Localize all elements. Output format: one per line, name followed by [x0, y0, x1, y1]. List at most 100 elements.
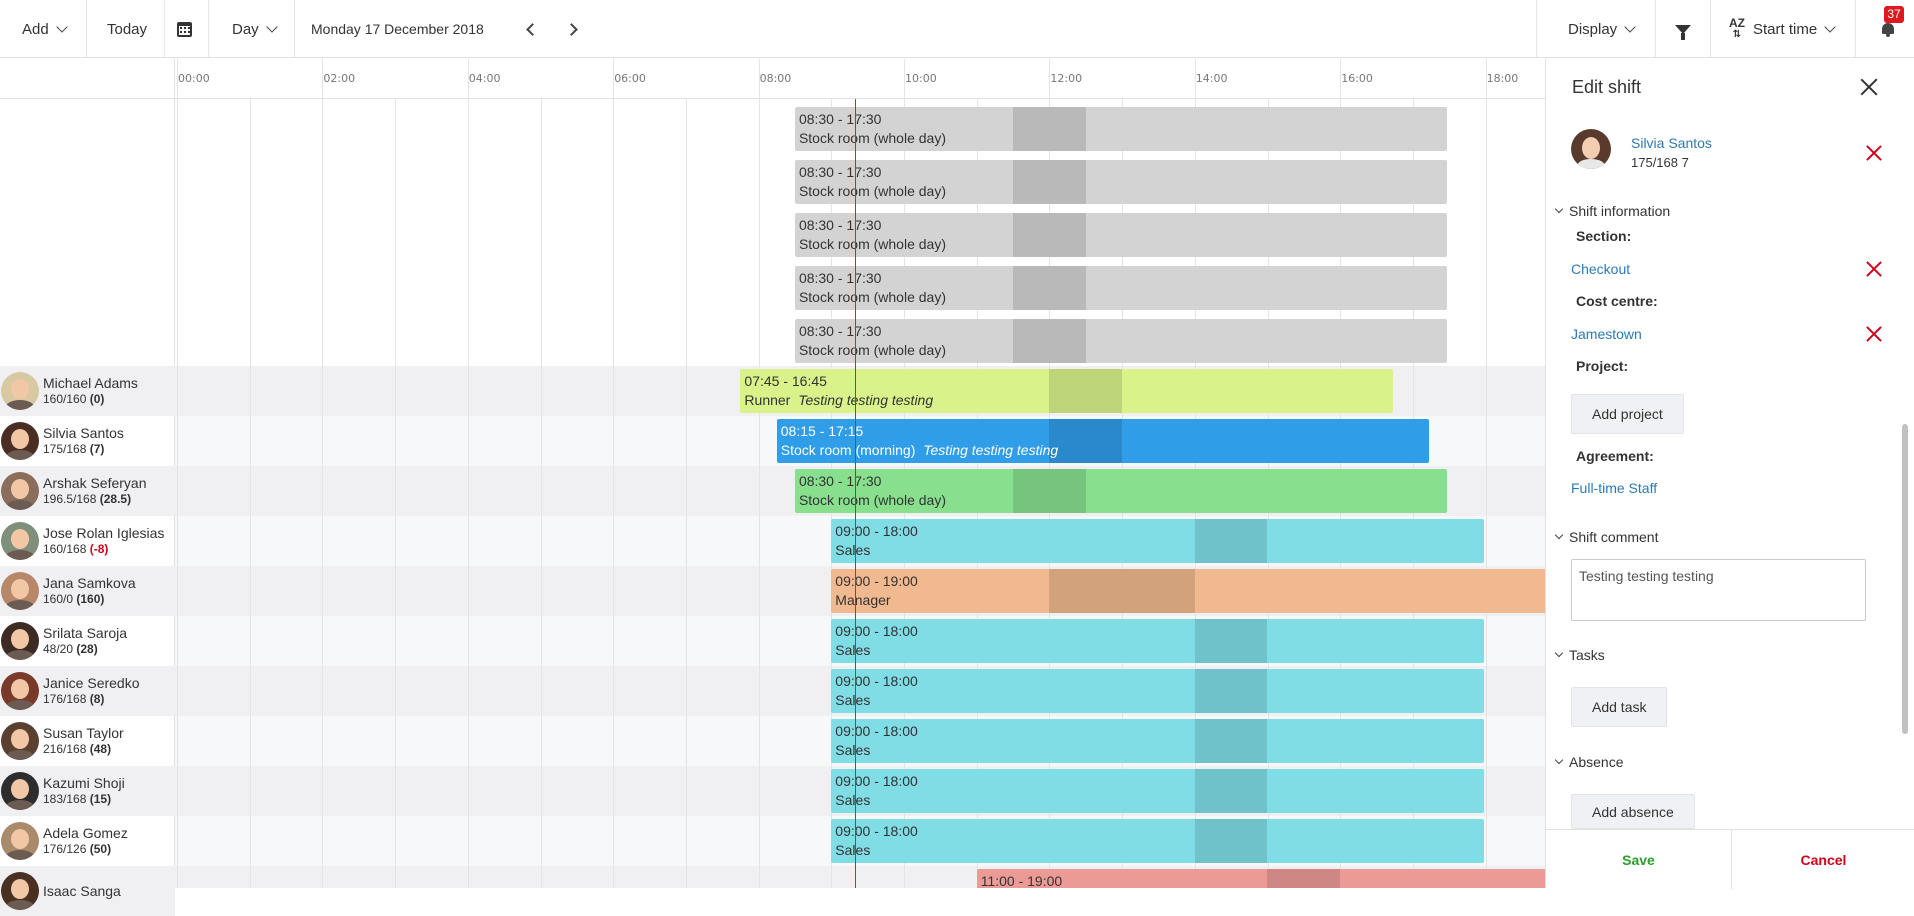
- shift-block[interactable]: 09:00 - 18:00 Sales: [831, 719, 1484, 763]
- tasks-toggle[interactable]: Tasks: [1554, 647, 1605, 663]
- cancel-button[interactable]: Cancel: [1732, 830, 1914, 889]
- toolbar-divider: [1855, 0, 1856, 58]
- employee-row[interactable]: Srilata Saroja 48/20 (28): [0, 616, 175, 666]
- employee-row[interactable]: Jose Rolan Iglesias 160/168 (-8): [0, 516, 175, 566]
- shift-time: 09:00 - 18:00: [835, 723, 918, 739]
- shift-block[interactable]: 08:30 - 17:30 Stock room (whole day): [794, 469, 1448, 513]
- shift-block[interactable]: 08:30 - 17:30 Stock room (whole day): [794, 266, 1448, 310]
- shift-block[interactable]: 08:30 - 17:30 Stock room (whole day): [794, 319, 1448, 363]
- edit-shift-panel: Edit shift Silvia Santos 175/168 7 Shift…: [1545, 59, 1914, 889]
- employee-row[interactable]: Adela Gomez 176/126 (50): [0, 816, 175, 866]
- shift-section: Stock room (whole day): [798, 130, 946, 146]
- chevron-down-icon: [1554, 755, 1564, 765]
- section-link[interactable]: Checkout: [1571, 261, 1630, 277]
- shift-details: Stock room (whole day): [799, 129, 1443, 148]
- panel-scrollbar[interactable]: [1901, 124, 1909, 764]
- hours-worked: 160/160: [43, 392, 90, 406]
- employee-row[interactable]: Michael Adams 160/160 (0): [0, 366, 175, 416]
- hours-worked: 160/168: [43, 542, 90, 556]
- employee-info: Adela Gomez 176/126 (50): [43, 825, 128, 857]
- shift-block[interactable]: 08:30 - 17:30 Stock room (whole day): [794, 213, 1448, 257]
- toolbar-divider: [1710, 0, 1711, 58]
- employee-hours: 175/168 7: [1631, 155, 1689, 170]
- employee-link[interactable]: Silvia Santos: [1631, 135, 1712, 151]
- absence-toggle[interactable]: Absence: [1554, 754, 1623, 770]
- shift-block[interactable]: 11:00 - 19:00: [976, 869, 1545, 888]
- employee-info: Janice Seredko 176/168 (8): [43, 675, 140, 707]
- shift-block[interactable]: 09:00 - 19:00 Manager: [831, 569, 1545, 613]
- toolbar: Add Today Day Monday 17 December 2018 Di…: [0, 0, 1914, 58]
- avatar: [1, 572, 39, 610]
- shift-block[interactable]: 09:00 - 18:00 Sales: [831, 619, 1484, 663]
- hours-worked: 216/168: [43, 742, 90, 756]
- shift-block[interactable]: 07:45 - 16:45 Runner Testing testing test…: [740, 369, 1393, 413]
- shift-section: Runner: [744, 392, 791, 408]
- shift-block[interactable]: 09:00 - 18:00 Sales: [831, 519, 1484, 563]
- remove-section-icon[interactable]: [1866, 261, 1882, 277]
- employee-row[interactable]: Arshak Seferyan 196.5/168 (28.5): [0, 466, 175, 516]
- close-icon[interactable]: [1859, 77, 1879, 97]
- shift-section: Manager: [835, 592, 891, 608]
- hour-grid-line: [322, 59, 324, 888]
- hour-grid-line: [758, 59, 760, 888]
- employee-name: Srilata Saroja: [43, 625, 128, 641]
- shift-time: 08:30 - 17:30: [798, 164, 882, 180]
- employee-row[interactable]: Susan Taylor 216/168 (48): [0, 716, 175, 766]
- employee-row[interactable]: Kazumi Shoji 183/168 (15): [0, 766, 175, 816]
- previous-day-button[interactable]: [524, 0, 540, 58]
- shift-block[interactable]: 09:00 - 18:00 Sales: [831, 819, 1484, 863]
- remove-employee-icon[interactable]: [1866, 145, 1882, 161]
- employee-name: Kazumi Shoji: [43, 775, 125, 791]
- hours-worked: 176/126: [43, 842, 90, 856]
- hours-balance: (8): [89, 692, 105, 706]
- chevron-down-icon: [1824, 20, 1836, 33]
- shift-block[interactable]: 08:15 - 17:15 Stock room (morning) Testin…: [776, 419, 1430, 463]
- employee-hours: 175/168 (7): [43, 441, 124, 457]
- employee-row[interactable]: Jana Samkova 160/0 (160): [0, 566, 175, 616]
- toolbar-divider: [1655, 0, 1656, 58]
- scrollbar-thumb[interactable]: [1902, 424, 1908, 734]
- shift-details: Stock room (whole day): [799, 182, 1443, 201]
- shift-section: Sales: [835, 642, 871, 658]
- sort-button[interactable]: AZ ⇅ Start time: [1729, 0, 1836, 58]
- bell-icon: [1880, 21, 1896, 37]
- add-task-button[interactable]: Add task: [1571, 687, 1668, 727]
- shift-comment-input[interactable]: Testing testing testing: [1571, 559, 1866, 621]
- employee-row[interactable]: Isaac Sanga: [0, 866, 175, 916]
- add-project-button[interactable]: Add project: [1571, 394, 1684, 434]
- hours-worked: 175/168: [43, 442, 90, 456]
- next-day-button[interactable]: [563, 0, 579, 58]
- hour-grid-line: [249, 99, 251, 888]
- shift-section: Sales: [835, 542, 871, 558]
- shift-block[interactable]: 09:00 - 18:00 Sales: [831, 769, 1484, 813]
- display-button[interactable]: Display: [1568, 0, 1636, 58]
- filter-button[interactable]: [1673, 0, 1693, 58]
- agreement-link[interactable]: Full-time Staff: [1571, 480, 1657, 496]
- add-absence-button[interactable]: Add absence: [1571, 794, 1695, 829]
- shift-comment-toggle[interactable]: Shift comment: [1554, 529, 1658, 545]
- employee-name: Jana Samkova: [43, 575, 136, 591]
- hour-tick-line: [467, 59, 469, 99]
- shift-time: 08:15 - 17:15: [780, 423, 864, 439]
- chevron-down-icon: [266, 20, 278, 33]
- add-button[interactable]: Add: [22, 0, 68, 58]
- save-button[interactable]: Save: [1546, 830, 1731, 889]
- shift-information-toggle[interactable]: Shift information: [1554, 203, 1670, 219]
- shift-block[interactable]: 08:30 - 17:30 Stock room (whole day): [794, 107, 1448, 151]
- remove-cost-centre-icon[interactable]: [1866, 326, 1882, 342]
- shift-block[interactable]: 09:00 - 18:00 Sales: [831, 669, 1484, 713]
- hours-balance: (50): [89, 842, 112, 856]
- sort-label: Start time: [1753, 20, 1818, 38]
- shift-block[interactable]: 08:30 - 17:30 Stock room (whole day): [794, 160, 1448, 204]
- view-select[interactable]: Day: [232, 0, 278, 58]
- shift-section: Stock room (whole day): [798, 183, 946, 199]
- shift-section: Stock room (morning): [780, 442, 916, 458]
- employee-row[interactable]: Silvia Santos 175/168 (7): [0, 416, 175, 466]
- calendar-button[interactable]: [177, 0, 192, 58]
- cost-centre-link[interactable]: Jamestown: [1571, 326, 1642, 342]
- section-label: Section:: [1576, 228, 1632, 244]
- hours-balance: (160): [76, 592, 105, 606]
- today-button[interactable]: Today: [107, 0, 147, 58]
- employee-hours: 183/168 (15): [43, 791, 125, 807]
- employee-row[interactable]: Janice Seredko 176/168 (8): [0, 666, 175, 716]
